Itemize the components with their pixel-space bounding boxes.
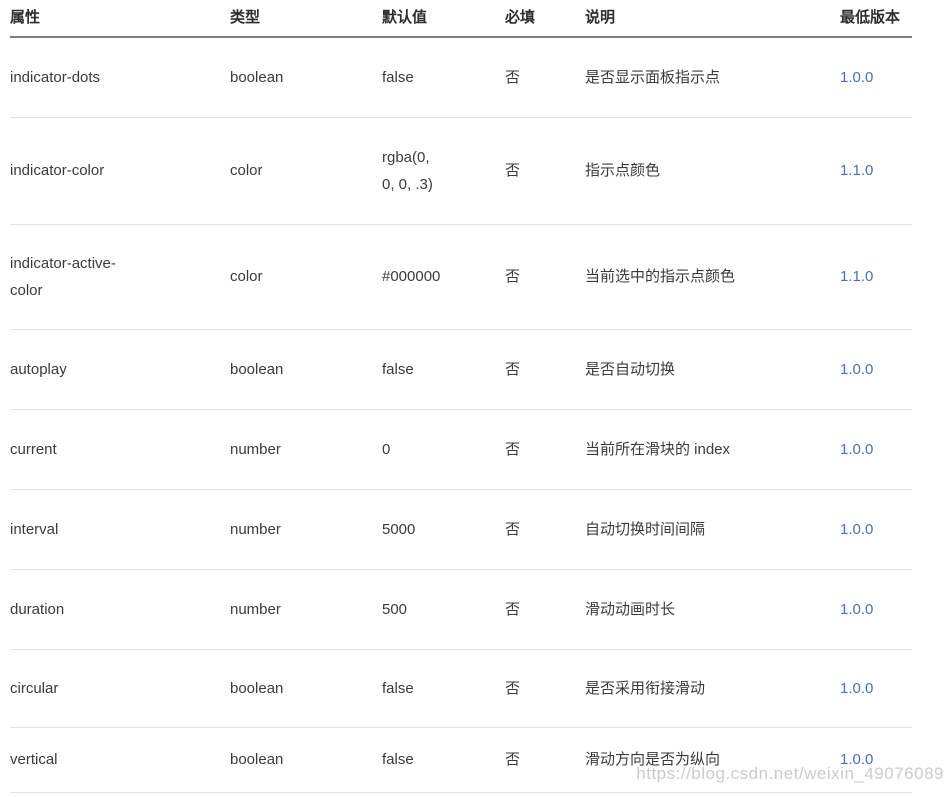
cell-type: number <box>230 436 382 463</box>
cell-desc: 是否自动切换 <box>585 356 840 383</box>
cell-default: 0 <box>382 436 505 463</box>
cell-required: 否 <box>505 596 585 623</box>
header-cell-attr: 属性 <box>10 0 230 31</box>
cell-default: 5000 <box>382 516 505 543</box>
cell-required: 否 <box>505 263 585 290</box>
table-row: interval number 5000 否 自动切换时间间隔 1.0.0 <box>10 490 912 570</box>
cell-attr: current <box>10 436 230 463</box>
cell-default: false <box>382 746 505 773</box>
cell-default: rgba(0, 0, 0, .3) <box>382 144 505 199</box>
table-row: indicator-dots boolean false 否 是否显示面板指示点… <box>10 38 912 118</box>
cell-required: 否 <box>505 64 585 91</box>
version-link[interactable]: 1.1.0 <box>840 157 912 184</box>
cell-type: color <box>230 157 382 184</box>
cell-desc: 是否显示面板指示点 <box>585 64 840 91</box>
cell-desc: 当前选中的指示点颜色 <box>585 263 840 290</box>
cell-desc: 自动切换时间间隔 <box>585 516 840 543</box>
table-row: indicator-active- color color #000000 否 … <box>10 225 912 330</box>
table-row: circular boolean false 否 是否采用衔接滑动 1.0.0 <box>10 650 912 728</box>
cell-attr: autoplay <box>10 356 230 383</box>
cell-required: 否 <box>505 516 585 543</box>
cell-attr: vertical <box>10 746 230 773</box>
cell-attr: interval <box>10 516 230 543</box>
version-link[interactable]: 1.0.0 <box>840 596 912 623</box>
cell-type: color <box>230 263 382 290</box>
version-link[interactable]: 1.0.0 <box>840 356 912 383</box>
cell-attr: indicator-active- color <box>10 250 230 305</box>
header-cell-version: 最低版本 <box>840 0 912 31</box>
cell-required: 否 <box>505 675 585 702</box>
cell-required: 否 <box>505 436 585 463</box>
header-cell-desc: 说明 <box>585 0 840 31</box>
cell-desc: 是否采用衔接滑动 <box>585 675 840 702</box>
cell-type: boolean <box>230 356 382 383</box>
cell-type: number <box>230 596 382 623</box>
cell-desc: 指示点颜色 <box>585 157 840 184</box>
cell-attr: indicator-color <box>10 157 230 184</box>
cell-type: boolean <box>230 675 382 702</box>
cell-type: number <box>230 516 382 543</box>
table-row: vertical boolean false 否 滑动方向是否为纵向 1.0.0 <box>10 728 912 793</box>
cell-desc: 滑动动画时长 <box>585 596 840 623</box>
cell-required: 否 <box>505 356 585 383</box>
version-link[interactable]: 1.0.0 <box>840 746 912 773</box>
table-row: duration number 500 否 滑动动画时长 1.0.0 <box>10 570 912 650</box>
cell-required: 否 <box>505 746 585 773</box>
header-cell-type: 类型 <box>230 0 382 31</box>
cell-default: #000000 <box>382 263 505 290</box>
cell-attr: duration <box>10 596 230 623</box>
header-cell-required: 必填 <box>505 0 585 31</box>
cell-type: boolean <box>230 746 382 773</box>
header-cell-default: 默认值 <box>382 0 505 31</box>
cell-desc: 当前所在滑块的 index <box>585 436 840 463</box>
cell-attr: indicator-dots <box>10 64 230 91</box>
table-row: autoplay boolean false 否 是否自动切换 1.0.0 <box>10 330 912 410</box>
version-link[interactable]: 1.0.0 <box>840 436 912 463</box>
cell-desc: 滑动方向是否为纵向 <box>585 746 840 773</box>
cell-default: false <box>382 64 505 91</box>
attributes-table: 属性 类型 默认值 必填 说明 最低版本 indicator-dots bool… <box>10 0 912 793</box>
cell-required: 否 <box>505 157 585 184</box>
cell-attr: circular <box>10 675 230 702</box>
table-header-row: 属性 类型 默认值 必填 说明 最低版本 <box>10 0 912 38</box>
cell-type: boolean <box>230 64 382 91</box>
version-link[interactable]: 1.0.0 <box>840 64 912 91</box>
table-row: current number 0 否 当前所在滑块的 index 1.0.0 <box>10 410 912 490</box>
cell-default: 500 <box>382 596 505 623</box>
table-row: indicator-color color rgba(0, 0, 0, .3) … <box>10 118 912 225</box>
cell-default: false <box>382 356 505 383</box>
version-link[interactable]: 1.0.0 <box>840 516 912 543</box>
cell-default: false <box>382 675 505 702</box>
version-link[interactable]: 1.1.0 <box>840 263 912 290</box>
version-link[interactable]: 1.0.0 <box>840 675 912 702</box>
